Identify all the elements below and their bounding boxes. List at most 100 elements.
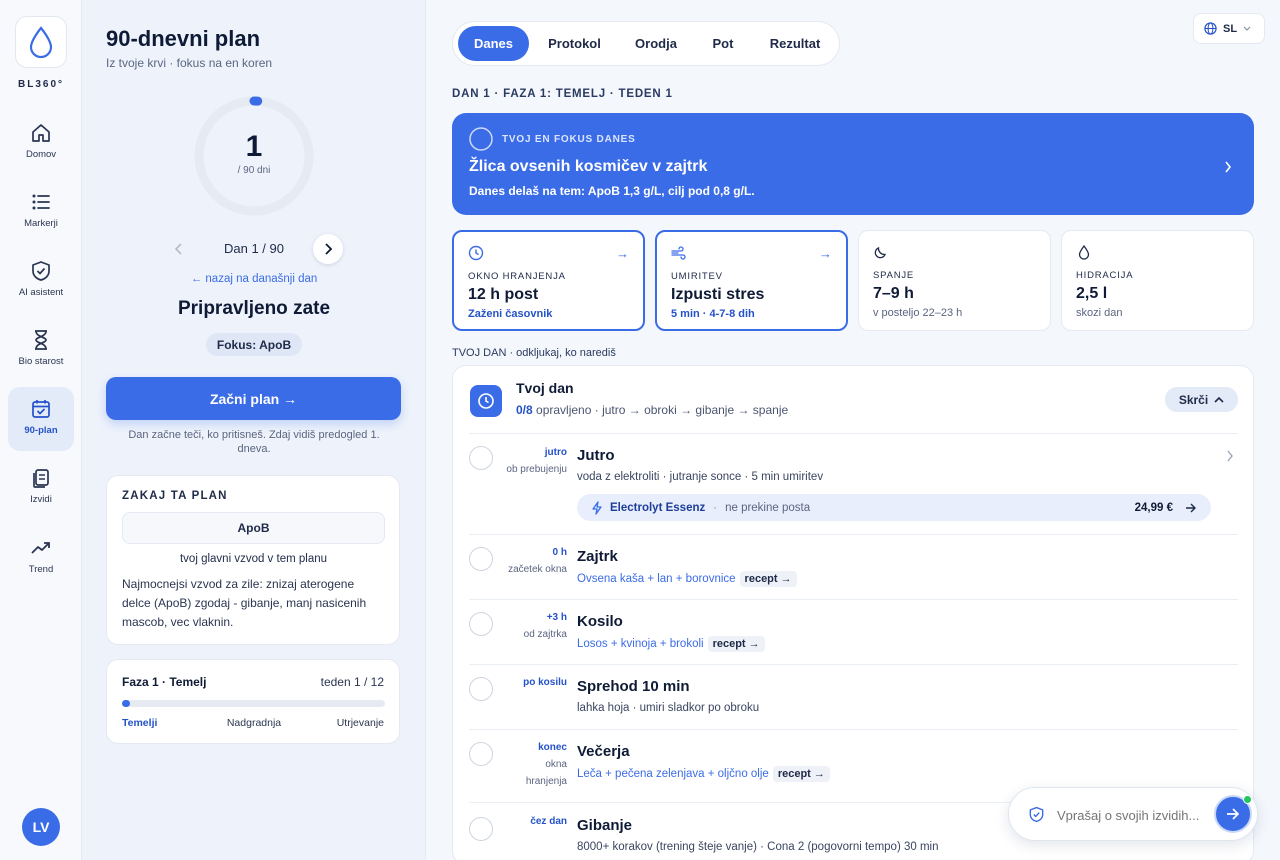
focus-hero-card[interactable]: TVOJ EN FOKUS DANES Žlica ovsenih kosmič… [452,113,1254,215]
why-title: ZAKAJ TA PLAN [122,490,228,502]
tab-orodja[interactable]: Orodja [620,26,692,61]
shield-icon [32,261,50,281]
ask-input[interactable] [1057,803,1207,827]
item-time: čez dan [457,813,567,830]
checklist-item-zajtrk[interactable]: 0 h začetek okna Zajtrk Ovsena kaša + lan… [469,534,1238,599]
product-price: 24,99 € [1134,501,1173,514]
bolt-icon [592,500,602,515]
nav-item-izvidi[interactable]: Izvidi [8,456,74,520]
hourglass-icon [35,330,47,350]
day-summary: 0/8 opravljeno · jutro → obroki → gibanj… [516,403,788,417]
globe-icon [1204,22,1217,35]
item-desc: Ovsena kaša + lan + borovnice recept → [577,571,797,587]
product-note: ne prekine posta [725,501,811,514]
arrow-right-icon [1186,503,1196,512]
tile-value: 12 h post [468,286,539,303]
chevron-down-icon [1243,26,1251,31]
focus-pill: Fokus: ApoB [206,333,302,356]
phase-card: Faza 1 · Temelj teden 1 / 12 Temelji Nad… [106,659,400,744]
app-logo[interactable] [15,16,67,68]
home-icon [32,124,50,142]
chevron-right-icon[interactable] [1226,450,1234,462]
phase-progress-track [122,700,385,707]
tile-value: 2,5 l [1076,285,1108,302]
day-done-count: 0/8 [516,403,533,417]
checklist-item-jutro[interactable]: jutro ob prebujenju Jutro voda z elektrol… [469,433,1238,534]
recipe-link[interactable]: recept → [772,766,830,782]
nav-item-domov[interactable]: Domov [8,111,74,175]
prev-day-button[interactable] [164,234,194,264]
start-plan-button[interactable]: Začni plan → [106,377,401,420]
collapse-button[interactable]: Skrči [1165,387,1238,412]
day-nav-label: Dan 1 / 90 [224,241,284,256]
nav-item-trend[interactable]: Trend [8,526,74,590]
user-avatar[interactable]: LV [22,808,60,846]
product-suggestion[interactable]: Electrolyt Essenz · ne prekine posta 24,… [577,494,1211,521]
why-body: Najmocnejsi vzvod za zile: znizaj aterog… [122,577,367,629]
tile-label: OKNO HRANJENJA [468,271,566,282]
drop-logo-icon [29,26,53,59]
online-status-dot [1243,795,1252,804]
checklist-item-kosilo[interactable]: +3 h od zajtrka Kosilo Losos + kvinoja + … [469,599,1238,664]
item-time-sub: od zajtrka [523,629,567,640]
language-select[interactable]: SL [1193,13,1265,44]
why-caption: tvoj glavni vzvod v tem planu [179,553,328,565]
list-icon [32,194,50,210]
drop-icon [1078,244,1090,260]
item-time: po kosilu [457,674,567,691]
item-time: +3 h od zajtrka [457,609,567,643]
tile-label: HIDRACIJA [1076,270,1134,281]
tab-danes[interactable]: Danes [458,26,529,61]
nav-item-90-plan[interactable]: 90-plan [8,387,74,451]
nav-item-markerji[interactable]: Markerji [8,180,74,244]
day-number: 1 [245,130,263,163]
collapse-label: Skrči [1178,392,1209,407]
chevron-right-icon [1225,161,1232,173]
tab-rezultat[interactable]: Rezultat [754,26,836,61]
day-title: Tvoj dan [516,380,574,396]
focus-check-circle-icon[interactable] [469,127,493,151]
item-time-main: 0 h [552,547,567,558]
nav-label: Trend [28,564,54,575]
day-checklist: Tvoj dan 0/8 opravljeno · jutro → obroki… [452,365,1254,860]
recipe-link[interactable]: recept → [707,636,765,652]
tab-protokol[interactable]: Protokol [536,26,613,61]
item-desc: Losos + kvinoja + brokoli recept → [577,636,765,652]
next-day-button[interactable] [313,234,343,264]
item-time-sub: hranjenja [525,776,567,787]
item-time: konec okna hranjenja [457,739,567,790]
tile-sub: v posteljo 22–23 h [873,307,963,319]
nav-label: 90-plan [24,425,58,436]
item-desc: Leča + pečena zelenjava + oljčno olje rec… [577,766,830,782]
moon-icon [874,247,886,259]
tile-umiritev[interactable]: → UMIRITEV Izpusti stres 5 min · 4-7-8 d… [655,230,848,331]
clock-icon [478,393,494,409]
nav-label: Izvidi [30,494,52,505]
tab-bar: Danes Protokol Orodja Pot Rezultat [452,21,840,66]
back-to-today-link[interactable]: ← nazaj na današnji dan [82,273,426,285]
tile-okno-hranjenja[interactable]: → OKNO HRANJENJA 12 h post Zaženi časovn… [452,230,645,331]
item-desc: lahka hoja · umiri sladkor po obroku [577,702,760,714]
breadcrumb: DAN 1 · FAZA 1: TEMELJ · TEDEN 1 [452,88,673,100]
checklist-item-sprehod[interactable]: po kosilu Sprehod 10 min lahka hoja · um… [469,664,1238,729]
nav-item-bio-starost[interactable]: Bio starost [8,318,74,382]
chevron-up-icon [1214,396,1224,403]
item-time-main: čez dan [530,816,567,827]
language-code: SL [1223,22,1238,35]
product-name: Electrolyt Essenz [610,501,706,514]
icon-rail: BL360° Domov Markerji AI asistent Bio st… [0,0,82,860]
hero-label: TVOJ EN FOKUS DANES [502,134,636,145]
ready-heading: Pripravljeno zate [177,298,331,319]
nav-item-ai-asistent[interactable]: AI asistent [8,249,74,313]
start-timer-link[interactable]: Zaženi časovnik [468,308,552,320]
item-desc-text: Ovsena kaša + lan + borovnice [577,573,736,585]
item-time-sub: okna [545,759,567,770]
shield-icon [1029,806,1044,823]
recipe-link[interactable]: recept → [739,571,797,587]
item-title: Večerja [577,743,630,760]
tab-pot[interactable]: Pot [699,26,747,61]
nav-label: AI asistent [18,287,64,298]
why-plan-card: ZAKAJ TA PLAN ApoB tvoj glavni vzvod v t… [106,475,400,645]
item-desc-text: Losos + kvinoja + brokoli [577,638,704,650]
ask-assistant-bar [1008,787,1258,841]
